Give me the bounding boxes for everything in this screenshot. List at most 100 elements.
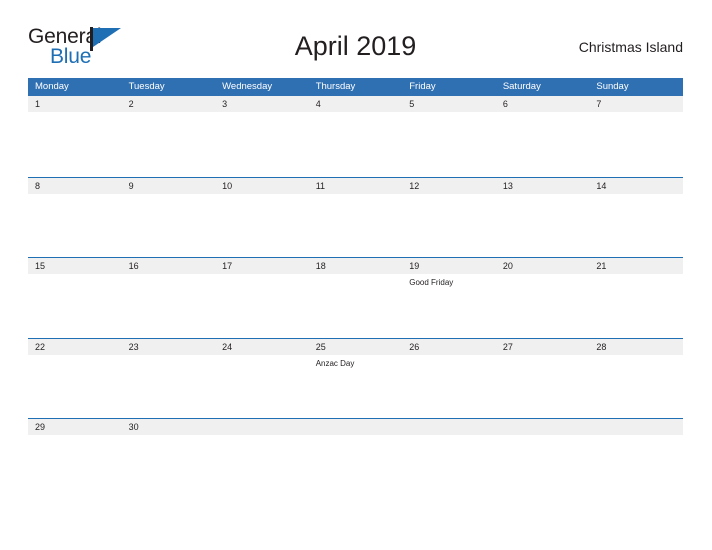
day-events: [316, 435, 403, 438]
day-events: [129, 194, 216, 197]
day-events: [503, 274, 590, 277]
day-cell[interactable]: 30: [122, 419, 216, 499]
day-events: [35, 112, 122, 115]
weekday-header-friday: Friday: [409, 81, 436, 92]
day-events: [222, 274, 309, 277]
day-cell[interactable]: 3: [215, 96, 309, 177]
day-number: 15: [35, 261, 46, 271]
calendar-week-row: 29 30: [28, 418, 683, 499]
day-number: 9: [128, 180, 134, 191]
day-cell[interactable]: 12: [402, 178, 496, 258]
day-number: 22: [35, 341, 46, 352]
day-number: 29: [35, 422, 46, 432]
weekday-header-monday: Monday: [35, 81, 69, 92]
day-cell[interactable]: 28: [589, 339, 683, 419]
day-cell[interactable]: 25 Anzac Day: [309, 339, 403, 419]
day-events: [409, 355, 496, 358]
weekday-header-thursday: Thursday: [315, 81, 356, 92]
day-cell[interactable]: 14: [589, 178, 683, 258]
day-cell[interactable]: 16: [122, 258, 216, 338]
day-number: [222, 419, 309, 435]
day-cell[interactable]: 22: [28, 339, 122, 419]
day-events: [503, 435, 590, 438]
day-events: [222, 194, 309, 197]
day-events: [596, 355, 683, 358]
day-number: 21: [596, 261, 607, 271]
day-events: [596, 112, 683, 115]
calendar-page: General Blue April 2019 Christmas Island…: [0, 0, 712, 550]
week-cells: 29 30: [28, 419, 683, 499]
day-number: 27: [502, 341, 513, 352]
day-cell[interactable]: [215, 419, 309, 499]
day-cell[interactable]: [496, 419, 590, 499]
day-events: [222, 355, 309, 358]
day-cell[interactable]: 18: [309, 258, 403, 338]
day-events: [409, 194, 496, 197]
day-number: 5: [409, 99, 415, 109]
day-number: 4: [315, 99, 321, 109]
day-cell[interactable]: 1: [28, 96, 122, 177]
day-events: [316, 274, 403, 277]
day-number: 30: [128, 422, 139, 432]
day-cell[interactable]: 4: [309, 96, 403, 177]
day-number: [409, 419, 496, 435]
day-events: [35, 274, 122, 277]
day-events: Anzac Day: [316, 355, 403, 369]
day-events: [316, 194, 403, 197]
calendar-week-row: 8 9 10 11 12 13 14: [28, 176, 683, 258]
day-events: [129, 355, 216, 358]
week-cells: 22 23 24 25 Anzac Day 26 27 28: [28, 339, 683, 419]
day-cell[interactable]: 5: [402, 96, 496, 177]
day-cell[interactable]: 9: [122, 178, 216, 258]
day-number: 14: [596, 180, 607, 191]
day-cell[interactable]: 29: [28, 419, 122, 499]
holiday-label: Good Friday: [409, 278, 454, 287]
day-number: 12: [409, 180, 420, 191]
day-cell[interactable]: 2: [122, 96, 216, 177]
day-cell[interactable]: [402, 419, 496, 499]
day-cell[interactable]: 15: [28, 258, 122, 338]
day-number: 6: [502, 99, 508, 109]
day-cell[interactable]: 6: [496, 96, 590, 177]
location-label: Christmas Island: [578, 39, 683, 55]
day-cell[interactable]: 24: [215, 339, 309, 419]
week-cells: 15 16 17 18 19 Good Friday 20 21: [28, 258, 683, 338]
page-header: General Blue April 2019 Christmas Island: [28, 24, 683, 72]
weekday-header-row: Monday Tuesday Wednesday Thursday Friday…: [28, 78, 683, 96]
day-cell[interactable]: 20: [496, 258, 590, 338]
day-cell[interactable]: [309, 419, 403, 499]
day-cell[interactable]: 19 Good Friday: [402, 258, 496, 338]
weekday-header-tuesday: Tuesday: [128, 81, 165, 92]
day-events: [129, 274, 216, 277]
day-cell[interactable]: 21: [589, 258, 683, 338]
day-number: 13: [502, 180, 513, 191]
day-number: 17: [222, 261, 233, 271]
day-events: [129, 112, 216, 115]
day-cell[interactable]: 10: [215, 178, 309, 258]
day-cell[interactable]: 8: [28, 178, 122, 258]
day-cell[interactable]: 23: [122, 339, 216, 419]
day-cell[interactable]: 7: [589, 96, 683, 177]
weekday-header-sunday: Sunday: [596, 81, 629, 92]
day-number: 20: [502, 261, 513, 271]
holiday-label: Anzac Day: [315, 358, 355, 368]
day-number: 10: [222, 180, 233, 191]
day-cell[interactable]: 11: [309, 178, 403, 258]
day-events: [35, 435, 122, 438]
week-cells: 1 2 3 4 5 6 7: [28, 96, 683, 177]
day-cell[interactable]: 13: [496, 178, 590, 258]
weekday-header-wednesday: Wednesday: [222, 81, 273, 92]
day-cell[interactable]: 17: [215, 258, 309, 338]
calendar-week-row: 15 16 17 18 19 Good Friday 20 21: [28, 257, 683, 338]
day-number: 26: [409, 341, 420, 352]
day-cell[interactable]: 27: [496, 339, 590, 419]
day-number: 16: [128, 261, 139, 271]
day-cell[interactable]: [589, 419, 683, 499]
day-number: 23: [128, 341, 139, 352]
calendar-week-row: 22 23 24 25 Anzac Day 26 27 28: [28, 337, 683, 419]
day-number: 24: [222, 341, 233, 352]
day-events: [409, 435, 496, 438]
weekday-header-saturday: Saturday: [502, 81, 541, 92]
day-cell[interactable]: 26: [402, 339, 496, 419]
day-number: 28: [596, 341, 607, 352]
